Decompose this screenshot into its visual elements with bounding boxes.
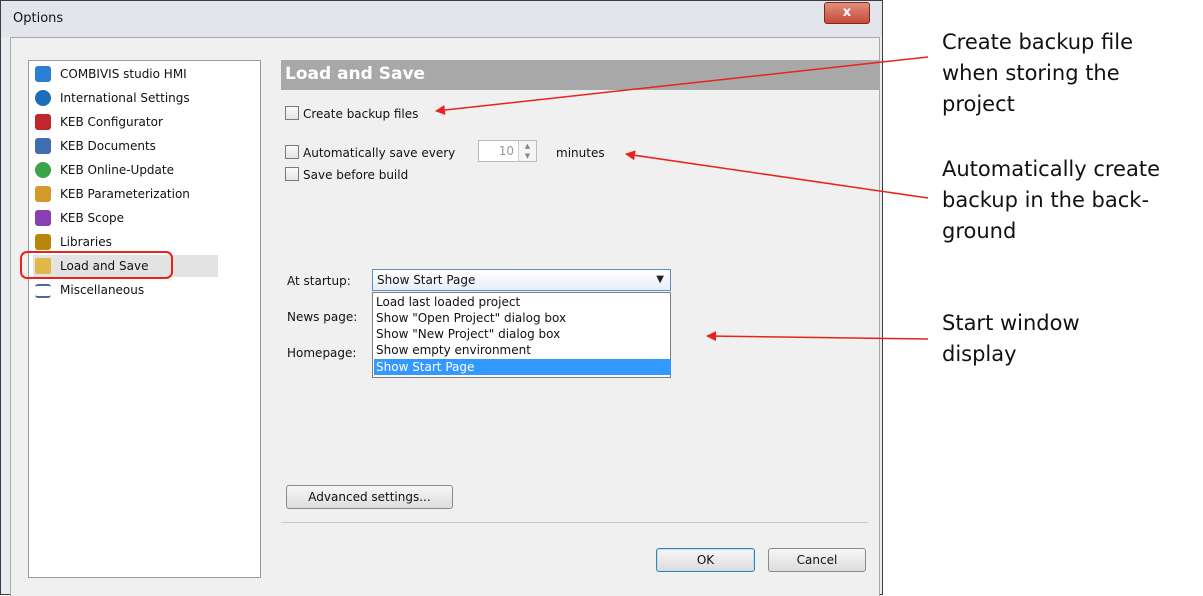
scope-icon bbox=[35, 210, 51, 226]
dropdown-option[interactable]: Show "New Project" dialog box bbox=[374, 326, 671, 342]
tree-item-label: KEB Parameterization bbox=[60, 187, 190, 201]
tree-item-miscellaneous[interactable]: Miscellaneous bbox=[33, 279, 218, 301]
close-button[interactable]: x bbox=[824, 2, 870, 24]
title-bar: Options x bbox=[1, 1, 882, 37]
window-title: Options bbox=[13, 11, 64, 26]
dropdown-option-selected[interactable]: Show Start Page bbox=[374, 359, 671, 375]
tree-item-label: Miscellaneous bbox=[60, 283, 145, 297]
globe-icon bbox=[35, 90, 51, 106]
close-icon: x bbox=[842, 5, 852, 20]
chevron-down-icon[interactable]: ▼ bbox=[656, 274, 664, 285]
tree-item-keb-parameterization[interactable]: KEB Parameterization bbox=[33, 183, 218, 205]
ok-button[interactable]: OK bbox=[656, 548, 755, 572]
divider bbox=[281, 522, 868, 523]
tree-item-international-settings[interactable]: International Settings bbox=[33, 87, 218, 109]
tree-item-label: COMBIVIS studio HMI bbox=[60, 67, 187, 81]
category-tree[interactable]: COMBIVIS studio HMI International Settin… bbox=[28, 60, 261, 578]
annotation-backup: Create backup file when storing the proj… bbox=[942, 30, 1134, 116]
stepper-buttons[interactable]: ▲ ▼ bbox=[518, 141, 536, 161]
create-backup-label: Create backup files bbox=[303, 107, 419, 121]
autosave-unit-label: minutes bbox=[556, 146, 605, 160]
tree-item-libraries[interactable]: Libraries bbox=[33, 231, 218, 253]
autosave-minutes-stepper[interactable]: 10 ▲ ▼ bbox=[478, 140, 537, 162]
section-title: Load and Save bbox=[285, 64, 426, 84]
tree-item-label: Libraries bbox=[60, 235, 112, 249]
cancel-button[interactable]: Cancel bbox=[768, 548, 866, 572]
tree-item-label: KEB Scope bbox=[60, 211, 125, 225]
tree-item-label: KEB Documents bbox=[60, 139, 156, 153]
tree-item-label: KEB Configurator bbox=[60, 115, 163, 129]
annotation-autosave: Automatically create backup in the back-… bbox=[942, 157, 1160, 243]
tree-item-keb-configurator[interactable]: KEB Configurator bbox=[33, 111, 218, 133]
selection-highlight-marker bbox=[20, 251, 173, 279]
list-icon bbox=[35, 284, 51, 298]
combivis-icon bbox=[35, 66, 51, 82]
startup-dropdown-list[interactable]: Load last loaded project Show "Open Proj… bbox=[372, 292, 671, 378]
create-backup-checkbox[interactable] bbox=[285, 106, 299, 120]
homepage-label: Homepage: bbox=[287, 346, 357, 360]
tree-item-keb-online-update[interactable]: KEB Online-Update bbox=[33, 159, 218, 181]
tree-item-keb-scope[interactable]: KEB Scope bbox=[33, 207, 218, 229]
libraries-icon bbox=[35, 234, 51, 250]
save-before-build-label: Save before build bbox=[303, 168, 409, 182]
keb-configurator-icon bbox=[35, 114, 51, 130]
section-header: Load and Save bbox=[281, 60, 879, 90]
tree-item-keb-documents[interactable]: KEB Documents bbox=[33, 135, 218, 157]
parameterization-icon bbox=[35, 186, 51, 202]
startup-selected-value: Show Start Page bbox=[377, 273, 476, 287]
startup-select[interactable]: Show Start Page ▼ bbox=[372, 269, 671, 291]
online-update-icon bbox=[35, 162, 51, 178]
dropdown-option[interactable]: Show empty environment bbox=[374, 342, 671, 358]
advanced-settings-button[interactable]: Advanced settings... bbox=[286, 485, 453, 509]
tree-item-label: KEB Online-Update bbox=[60, 163, 174, 177]
dropdown-option[interactable]: Load last loaded project bbox=[374, 294, 671, 310]
tree-item-combivis-studio-hmi[interactable]: COMBIVIS studio HMI bbox=[33, 63, 218, 85]
save-before-build-checkbox[interactable] bbox=[285, 167, 299, 181]
autosave-checkbox[interactable] bbox=[285, 145, 299, 159]
keb-documents-icon bbox=[35, 138, 51, 154]
autosave-label: Automatically save every bbox=[303, 146, 456, 160]
stepper-down-icon[interactable]: ▼ bbox=[519, 151, 536, 161]
autosave-minutes-value: 10 bbox=[498, 144, 514, 158]
annotation-startup: Start window display bbox=[942, 311, 1080, 366]
dropdown-option[interactable]: Show "Open Project" dialog box bbox=[374, 310, 671, 326]
news-page-label: News page: bbox=[287, 310, 358, 324]
tree-item-label: International Settings bbox=[60, 91, 190, 105]
stepper-up-icon[interactable]: ▲ bbox=[519, 141, 536, 151]
startup-label: At startup: bbox=[287, 274, 351, 288]
